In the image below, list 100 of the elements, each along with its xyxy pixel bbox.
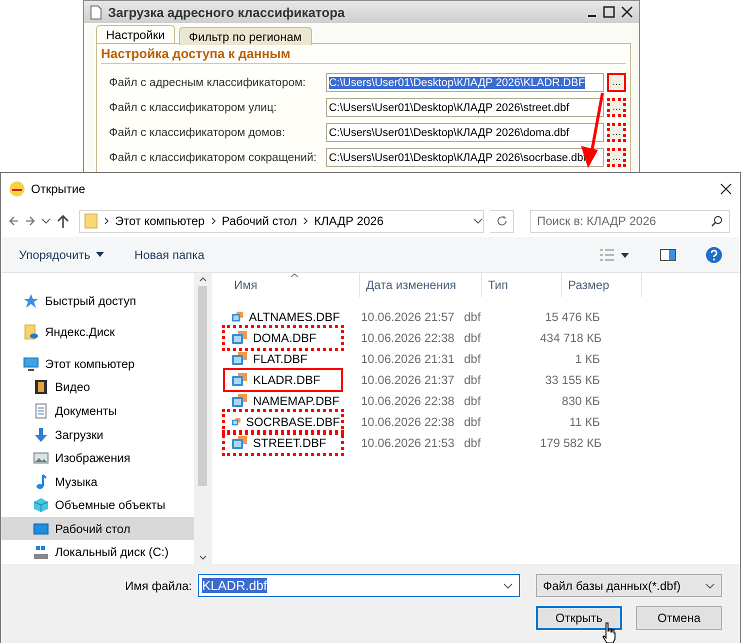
chevron-icon xyxy=(104,217,109,225)
navigation-item[interactable]: Видео xyxy=(1,376,194,400)
file-type-dropdown[interactable]: Файл базы данных(*.dbf) xyxy=(536,574,722,597)
navigation-item[interactable]: Изображения xyxy=(1,446,194,470)
file-type: dbf xyxy=(463,352,482,366)
column-header[interactable]: Тип xyxy=(482,273,562,297)
browse-button[interactable]: ... xyxy=(607,73,626,92)
database-file-icon xyxy=(232,436,248,450)
file-name[interactable]: DOMA.DBF xyxy=(253,330,316,344)
file-size: 179 582 КБ xyxy=(540,436,600,450)
field-label: Файл с классификатором сокращений: xyxy=(109,152,318,164)
forward-arrow-icon xyxy=(25,216,35,226)
dropdown-icon xyxy=(705,582,715,588)
history-dropdown-icon xyxy=(473,218,483,224)
navigation-item[interactable]: Документы xyxy=(1,399,194,423)
help-icon[interactable] xyxy=(706,246,722,262)
browse-button[interactable]: ... xyxy=(607,98,626,117)
image-icon xyxy=(33,450,49,466)
refresh-icon xyxy=(496,215,508,227)
search-icon xyxy=(711,215,723,227)
navigation-item[interactable]: Локальный диск (C:) xyxy=(1,540,194,564)
database-file-icon xyxy=(232,352,248,366)
scrollbar-thumb[interactable] xyxy=(198,286,207,486)
path-field[interactable]: C:\Users\User01\Desktop\КЛАДР 2026\doma.dbf xyxy=(326,123,604,142)
field-label: Файл с адресным классификатором: xyxy=(109,76,307,88)
app-logo-icon xyxy=(9,181,25,197)
path-segment[interactable]: Этот компьютер xyxy=(115,214,205,228)
file-type: dbf xyxy=(463,394,482,408)
path-field[interactable]: C:\Users\User01\Desktop\КЛАДР 2026\KLADR.DBF xyxy=(326,73,604,92)
tab[interactable]: Фильтр по регионам xyxy=(178,27,312,45)
sort-ascending-icon xyxy=(290,273,299,278)
download-arrow-icon xyxy=(33,426,49,442)
modified-date: 10.06.2026 22:38 xyxy=(360,394,456,408)
field-label: Файл с классификатором домов: xyxy=(109,126,286,138)
view-list-icon[interactable] xyxy=(600,248,630,260)
chevron-icon xyxy=(210,217,216,225)
column-header[interactable]: Размер xyxy=(562,273,642,297)
new-folder-button[interactable]: Новая папка xyxy=(134,248,204,262)
path-field[interactable]: C:\Users\User01\Desktop\КЛАДР 2026\street.dbf xyxy=(326,98,604,117)
file-name[interactable]: FLAT.DBF xyxy=(253,352,308,366)
database-file-icon xyxy=(232,372,248,386)
browse-button[interactable]: ... xyxy=(607,148,626,167)
file-name[interactable]: KLADR.DBF xyxy=(253,372,320,386)
preview-pane-icon[interactable] xyxy=(660,248,676,260)
navigation-item[interactable]: Загрузки xyxy=(1,422,194,446)
navigation-item[interactable]: Этот компьютер xyxy=(1,352,194,376)
navigation-item[interactable]: Яндекс.Диск xyxy=(1,320,194,344)
document-icon xyxy=(33,402,49,419)
search-field[interactable]: Поиск в: КЛАДР 2026 xyxy=(530,210,730,232)
column-header[interactable]: Дата изменения xyxy=(360,273,482,297)
navigation-item[interactable]: Рабочий стол xyxy=(1,516,194,540)
document-icon xyxy=(90,4,102,20)
file-name-field[interactable]: KLADR.dbf xyxy=(198,574,520,597)
file-size: 11 КБ xyxy=(568,414,600,428)
file-type: dbf xyxy=(463,414,482,428)
file-size: 15 476 КБ xyxy=(544,310,600,324)
folder-cloud-icon xyxy=(23,324,39,340)
maximize-icon[interactable] xyxy=(603,6,615,18)
file-type: dbf xyxy=(463,372,482,386)
up-arrow-icon[interactable] xyxy=(57,214,69,228)
modified-date: 10.06.2026 21:57 xyxy=(360,310,456,324)
modified-date: 10.06.2026 21:37 xyxy=(360,372,456,386)
navigation-item[interactable]: Быстрый доступ xyxy=(1,289,194,313)
refresh-button[interactable] xyxy=(490,210,514,232)
file-name[interactable]: NAMEMAP.DBF xyxy=(253,394,340,408)
browse-button[interactable]: ... xyxy=(607,123,626,142)
modified-date: 10.06.2026 21:53 xyxy=(360,436,456,450)
navigation-item[interactable]: Объемные объекты xyxy=(1,493,194,517)
scrollbar[interactable] xyxy=(194,273,211,564)
file-size: 830 КБ xyxy=(560,394,600,408)
file-type: dbf xyxy=(463,436,482,450)
tab[interactable]: Настройки xyxy=(96,25,175,43)
hand-cursor-icon xyxy=(601,622,617,643)
path-segment[interactable]: КЛАДР 2026 xyxy=(314,214,384,228)
dialog-button[interactable]: Отмена xyxy=(636,606,722,630)
file-size: 1 КБ xyxy=(574,352,600,366)
file-name[interactable]: STREET.DBF xyxy=(253,436,326,450)
navigation-item[interactable]: Музыка xyxy=(1,470,194,494)
close-icon[interactable] xyxy=(720,183,732,195)
path-segment[interactable]: Рабочий стол xyxy=(222,214,298,228)
modified-date: 10.06.2026 22:38 xyxy=(360,414,456,428)
path-field[interactable]: C:\Users\User01\Desktop\КЛАДР 2026\socrbase.dbf xyxy=(326,148,604,167)
column-header[interactable]: Имя xyxy=(212,273,360,297)
window-title: Загрузка адресного классификатора xyxy=(108,4,346,20)
dialog-button[interactable]: Открыть xyxy=(536,606,622,630)
scroll-down-icon[interactable] xyxy=(198,555,206,560)
modified-date: 10.06.2026 21:31 xyxy=(360,352,456,366)
cube-icon xyxy=(33,497,49,514)
file-type: dbf xyxy=(463,310,482,324)
scroll-up-icon[interactable] xyxy=(198,277,206,282)
address-bar[interactable]: Этот компьютер Рабочий стол КЛАДР 2026 xyxy=(79,210,484,232)
desktop-icon xyxy=(33,520,49,537)
file-name[interactable]: ALTNAMES.DBF xyxy=(248,310,340,324)
file-name[interactable]: SOCRBASE.DBF xyxy=(246,414,340,428)
organize-button[interactable]: Упорядочить xyxy=(19,248,104,262)
database-file-icon xyxy=(232,394,248,408)
dropdown-icon xyxy=(503,582,513,588)
file-size: 434 718 КБ xyxy=(540,330,600,344)
close-icon[interactable] xyxy=(621,6,633,18)
drive-icon xyxy=(33,544,49,560)
